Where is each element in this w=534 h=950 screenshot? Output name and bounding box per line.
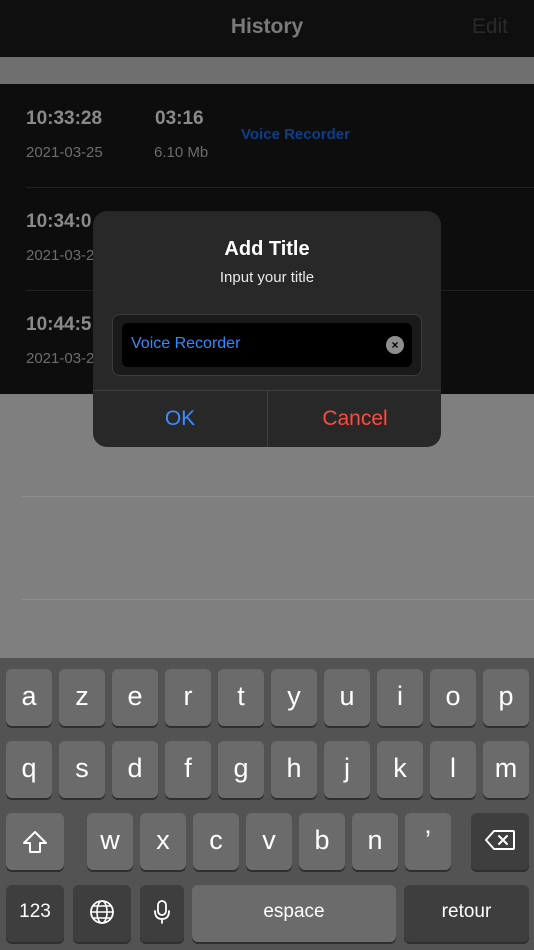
key-z[interactable]: z — [59, 669, 105, 726]
add-title-dialog: Add Title Input your title Voice Recorde… — [93, 211, 441, 447]
key-n[interactable]: n — [352, 813, 398, 870]
key-s[interactable]: s — [59, 741, 105, 798]
key-i[interactable]: i — [377, 669, 423, 726]
row-divider — [22, 496, 534, 497]
backspace-icon — [484, 829, 516, 850]
shift-key[interactable] — [6, 813, 64, 870]
key-f[interactable]: f — [165, 741, 211, 798]
globe-icon — [89, 900, 115, 924]
key-y[interactable]: y — [271, 669, 317, 726]
dialog-message: Input your title — [219, 269, 315, 286]
recording-date: 2021-03-2 — [26, 247, 95, 264]
key-g[interactable]: g — [218, 741, 264, 798]
key-a[interactable]: a — [6, 669, 52, 726]
recording-name: Voice Recorder — [241, 126, 350, 143]
recording-time: 10:34:0 — [26, 211, 92, 232]
globe-key[interactable] — [73, 885, 131, 942]
row-divider — [22, 599, 534, 600]
key-u[interactable]: u — [324, 669, 370, 726]
dialog-title: Add Title — [224, 238, 310, 260]
ok-button[interactable]: OK — [93, 390, 267, 447]
microphone-icon — [153, 900, 171, 924]
key-w[interactable]: w — [87, 813, 133, 870]
key-k[interactable]: k — [377, 741, 423, 798]
space-key[interactable]: espace — [192, 885, 396, 942]
cancel-button[interactable]: Cancel — [268, 390, 441, 447]
key-c[interactable]: c — [193, 813, 239, 870]
numbers-key[interactable]: 123 — [6, 885, 64, 942]
key-p[interactable]: p — [483, 669, 529, 726]
key-t[interactable]: t — [218, 669, 264, 726]
key-j[interactable]: j — [324, 741, 370, 798]
recording-date: 2021-03-2 — [26, 350, 95, 367]
key-e[interactable]: e — [112, 669, 158, 726]
key-m[interactable]: m — [483, 741, 529, 798]
key-o[interactable]: o — [430, 669, 476, 726]
key-h[interactable]: h — [271, 741, 317, 798]
key-d[interactable]: d — [112, 741, 158, 798]
key-x[interactable]: x — [140, 813, 186, 870]
section-spacer — [0, 57, 534, 84]
list-item[interactable]: 10:33:28 2021-03-25 03:16 6.10 Mb Voice … — [0, 84, 534, 187]
navigation-bar: History Edit — [0, 0, 534, 57]
title-input-value: Voice Recorder — [131, 335, 241, 352]
key-apostrophe[interactable]: ’ — [405, 813, 451, 870]
return-key[interactable]: retour — [404, 885, 529, 942]
recording-duration: 03:16 — [155, 108, 204, 129]
recording-time: 10:44:5 — [26, 314, 92, 335]
clear-text-icon[interactable]: × — [386, 336, 404, 354]
key-q[interactable]: q — [6, 741, 52, 798]
edit-button[interactable]: Edit — [472, 15, 508, 39]
keyboard: a z e r t y u i o p q s d f g h j k l m … — [0, 658, 534, 950]
backspace-key[interactable] — [471, 813, 529, 870]
shift-icon — [22, 825, 48, 855]
key-v[interactable]: v — [246, 813, 292, 870]
title-input-container: Voice Recorder × — [112, 314, 422, 376]
key-b[interactable]: b — [299, 813, 345, 870]
page-title: History — [230, 15, 304, 38]
dictation-key[interactable] — [140, 885, 184, 942]
recording-size: 6.10 Mb — [154, 144, 209, 161]
title-input[interactable]: Voice Recorder × — [122, 323, 412, 367]
recording-date: 2021-03-25 — [26, 144, 103, 161]
recording-time: 10:33:28 — [26, 108, 103, 129]
key-l[interactable]: l — [430, 741, 476, 798]
key-r[interactable]: r — [165, 669, 211, 726]
